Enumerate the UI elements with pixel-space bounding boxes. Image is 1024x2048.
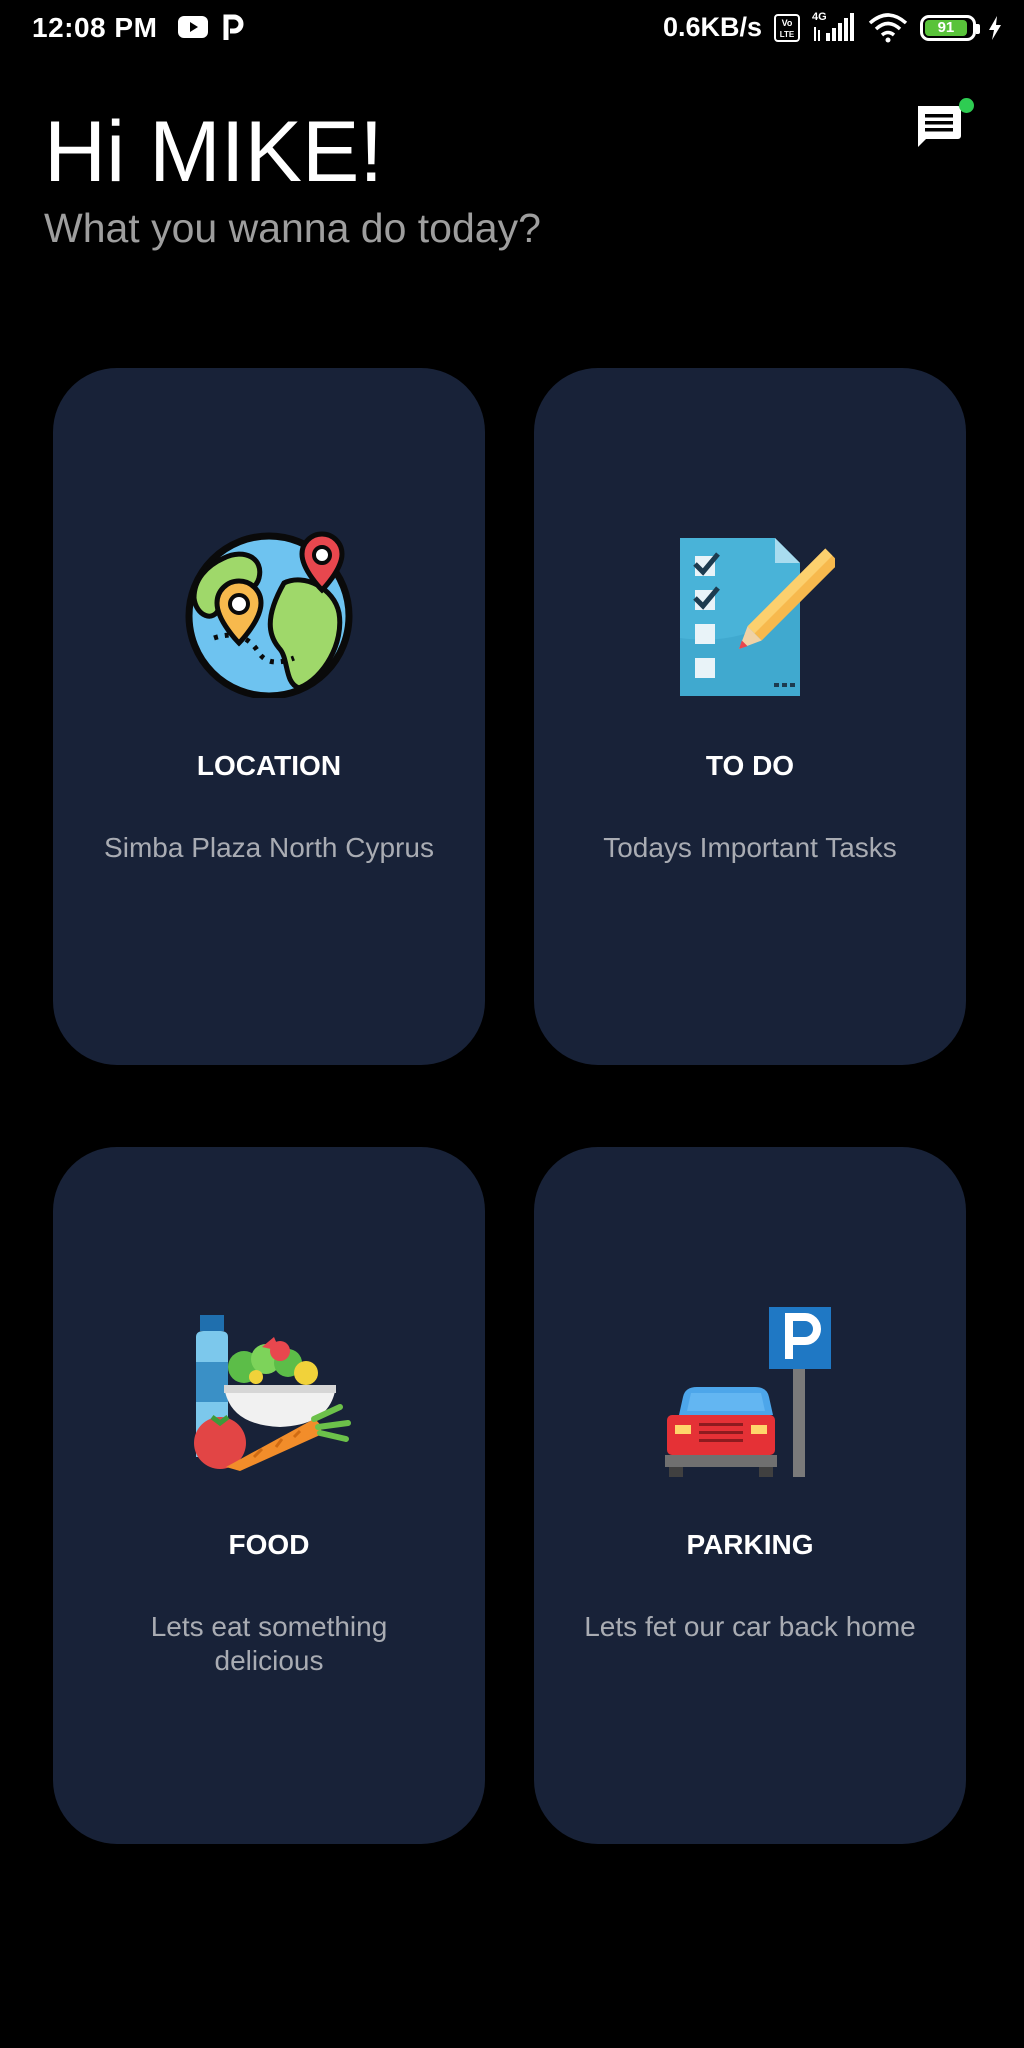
battery-icon: 91 (920, 14, 980, 41)
wifi-icon (868, 12, 908, 42)
svg-text:LTE: LTE (780, 30, 795, 39)
card-title: LOCATION (196, 750, 342, 781)
card-description: Simba Plaza North Cyprus (104, 832, 434, 863)
status-notification-icons (178, 14, 244, 40)
status-system-icons: 0.6KB/s Vo LTE 4G 91 (662, 11, 1002, 43)
battery-level: 91 (937, 19, 955, 36)
card-description: Lets eat something delicious (150, 1611, 388, 1676)
greeting-subtitle: What you wanna do today? (44, 205, 541, 251)
card-description: Todays Important Tasks (603, 832, 897, 863)
todo-card[interactable]: TO DO Todays Important Tasks (534, 368, 966, 1065)
parking-icon (665, 1307, 831, 1477)
volte-icon: Vo LTE (774, 13, 800, 42)
checklist-icon (680, 538, 835, 696)
location-card[interactable]: LOCATION Simba Plaza North Cyprus (53, 368, 485, 1065)
food-card[interactable]: FOOD Lets eat something delicious (53, 1147, 485, 1844)
notification-dot (959, 98, 974, 113)
globe-location-icon (185, 531, 353, 698)
parking-card[interactable]: PARKING Lets fet our car back home (534, 1147, 966, 1844)
chat-button[interactable] (912, 98, 974, 154)
youtube-icon (178, 16, 208, 38)
card-title: PARKING (686, 1529, 814, 1560)
network-speed: 0.6KB/s (662, 12, 762, 42)
chat-icon (918, 106, 961, 147)
greeting-title: Hi MIKE! (44, 104, 384, 200)
signal-icon: 4G (812, 11, 856, 43)
status-bar: 12:08 PM 0.6KB/s Vo LTE 4G 91 (0, 0, 1024, 58)
charging-icon (989, 15, 1001, 40)
card-title: FOOD (228, 1529, 310, 1560)
card-title: TO DO (705, 750, 795, 781)
svg-text:Vo: Vo (782, 18, 793, 28)
food-icon (194, 1315, 351, 1471)
card-description: Lets fet our car back home (584, 1611, 916, 1642)
status-time: 12:08 PM (32, 12, 158, 43)
p-app-icon (223, 14, 244, 40)
